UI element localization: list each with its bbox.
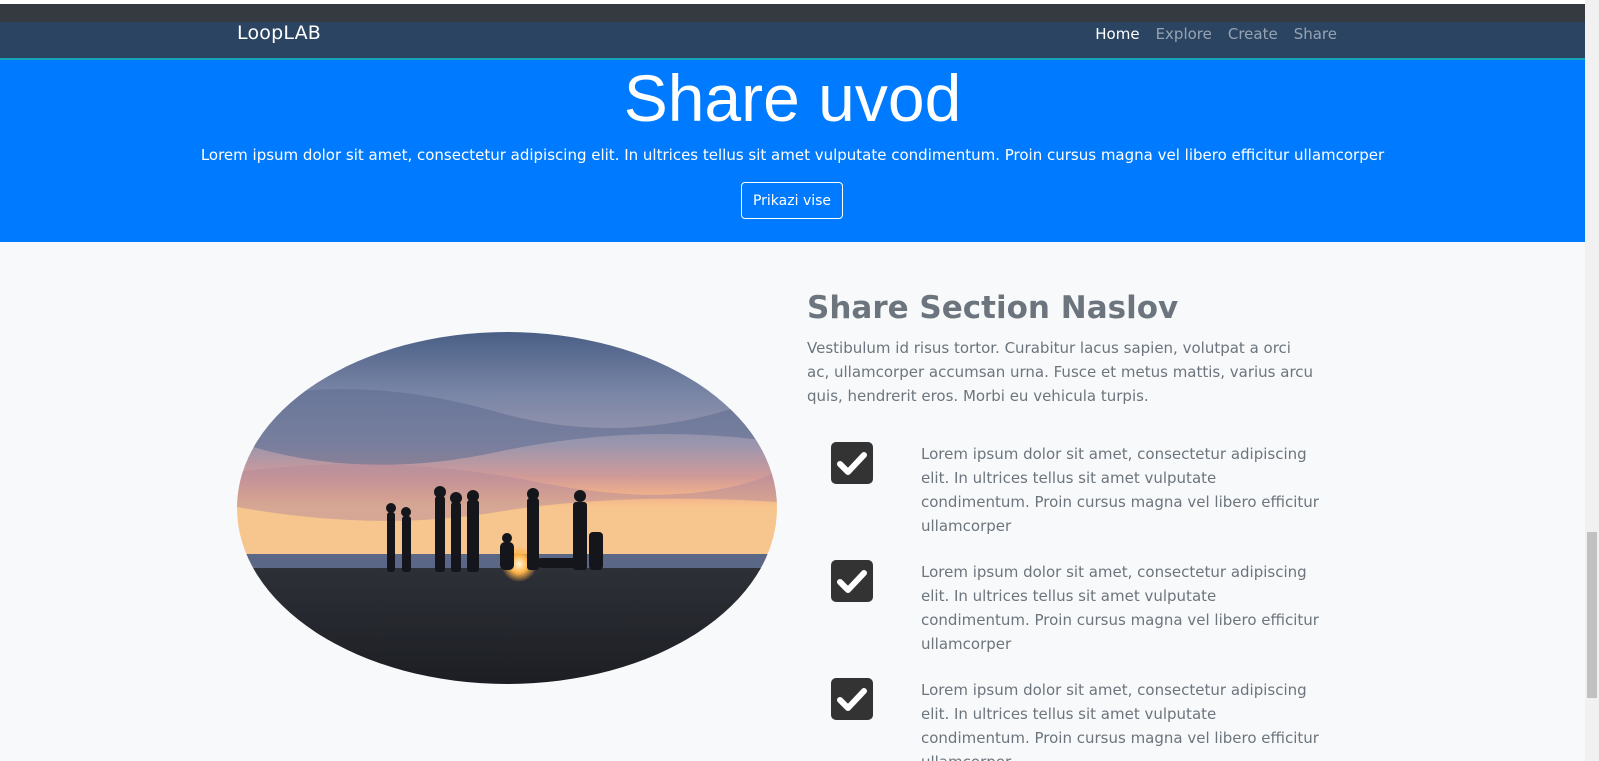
scrollbar-thumb[interactable] bbox=[1587, 532, 1597, 698]
nav-links: Home Explore Create Share bbox=[1095, 25, 1337, 43]
nav-link-share[interactable]: Share bbox=[1294, 25, 1337, 43]
section-title: Share Section Naslov bbox=[807, 290, 1179, 326]
feature-text: Lorem ipsum dolor sit amet, consectetur … bbox=[921, 563, 1319, 653]
navbar: LoopLAB Home Explore Create Share bbox=[0, 4, 1585, 60]
nav-link-create[interactable]: Create bbox=[1228, 25, 1278, 43]
share-section: Share Section Naslov Vestibulum id risus… bbox=[0, 242, 1585, 761]
hero-title: Share uvod bbox=[623, 61, 962, 135]
section-text: Vestibulum id risus tortor. Curabitur la… bbox=[807, 339, 1314, 405]
hero-banner: Share uvod Lorem ipsum dolor sit amet, c… bbox=[0, 60, 1585, 242]
feature-text: Lorem ipsum dolor sit amet, consectetur … bbox=[921, 445, 1319, 535]
vertical-scrollbar[interactable] bbox=[1585, 0, 1599, 761]
check-square-icon bbox=[831, 560, 873, 602]
nav-link-explore[interactable]: Explore bbox=[1156, 25, 1212, 43]
nav-link-home[interactable]: Home bbox=[1095, 25, 1139, 43]
show-more-button[interactable]: Prikazi vise bbox=[741, 182, 843, 219]
check-square-icon bbox=[831, 678, 873, 720]
feature-text: Lorem ipsum dolor sit amet, consectetur … bbox=[921, 681, 1319, 761]
check-square-icon bbox=[831, 442, 873, 484]
campfire-beach-image bbox=[237, 332, 777, 684]
page-viewport: LoopLAB Home Explore Create Share Share … bbox=[0, 4, 1585, 761]
brand-logo[interactable]: LoopLAB bbox=[237, 22, 321, 44]
sunset-photo-illustration bbox=[237, 332, 777, 684]
hero-text: Lorem ipsum dolor sit amet, consectetur … bbox=[200, 146, 1385, 164]
